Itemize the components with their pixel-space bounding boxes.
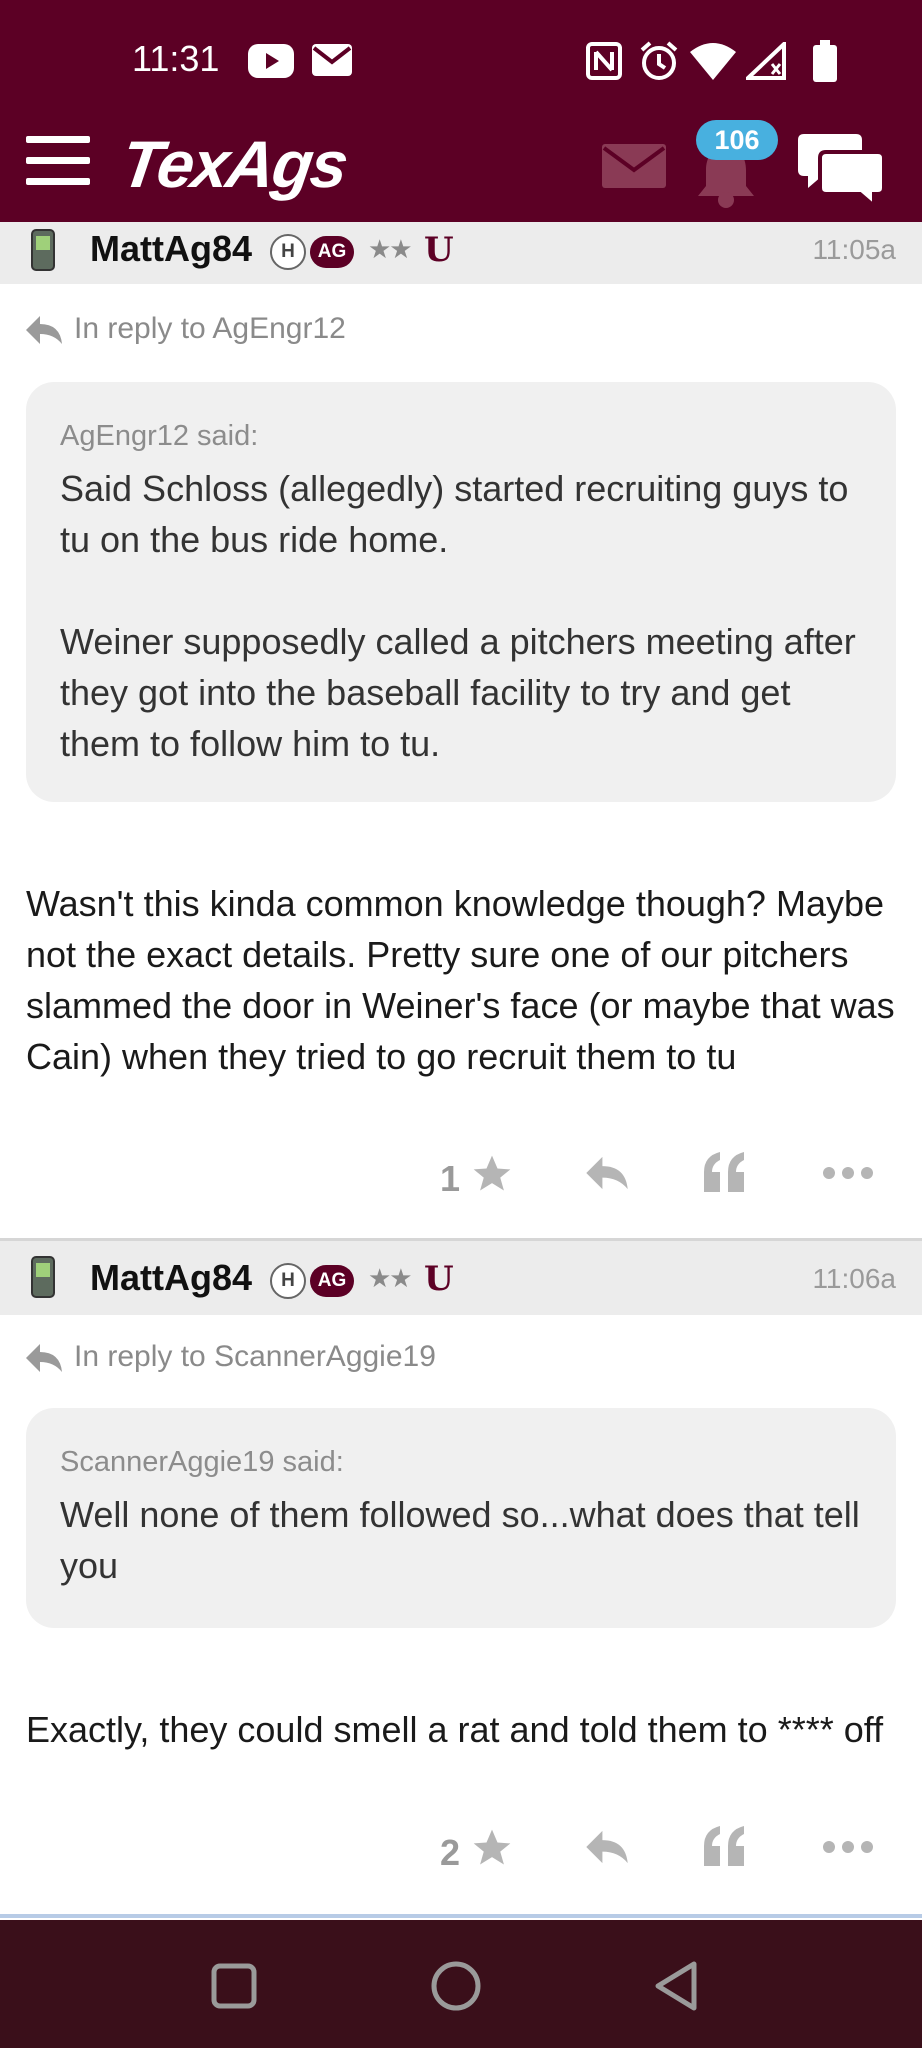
post-body: Wasn't this kinda common knowledge thoug… — [26, 883, 895, 1077]
post-header: MattAg84 H AG ★★ U 11:06a — [0, 1241, 922, 1315]
badge-h: H — [270, 234, 306, 270]
quote-author: AgEngr12 said: — [60, 420, 259, 452]
inbox-icon[interactable] — [602, 144, 666, 188]
star-count: 2 — [440, 1832, 461, 1873]
more-options-icon[interactable] — [822, 1840, 874, 1854]
rank-stars-icon: ★★ — [368, 235, 413, 265]
badge-ag: AG — [310, 236, 354, 268]
quote-author: ScannerAggie19 said: — [60, 1446, 344, 1478]
post-actions: 1 — [0, 1152, 922, 1212]
reply-arrow-icon — [26, 316, 62, 345]
quote-text: Well none of them followed so...what doe… — [60, 1489, 862, 1591]
gmail-notification-icon — [312, 44, 352, 76]
reply-reference[interactable]: In reply to ScannerAggie19 — [24, 1340, 436, 1374]
post-time: 11:06a — [812, 1263, 896, 1294]
quote-text: Said Schloss (allegedly) started recruit… — [60, 463, 862, 769]
top-bar: 11:31 TexAgs 106 — [0, 0, 922, 222]
alarm-icon — [640, 41, 678, 80]
post-time: 11:05a — [812, 234, 896, 265]
reply-to-text: In reply to ScannerAggie19 — [74, 1340, 436, 1373]
quote-block: AgEngr12 said: Said Schloss (allegedly) … — [26, 382, 896, 802]
star-count: 1 — [440, 1158, 461, 1199]
more-options-icon[interactable] — [822, 1166, 874, 1180]
reply-button-icon[interactable] — [584, 1828, 630, 1866]
star-button-icon[interactable] — [470, 1826, 514, 1870]
youtube-notification-icon — [248, 44, 294, 78]
app-bar: TexAgs 106 — [0, 120, 922, 222]
nfc-icon — [586, 42, 622, 80]
quote-button-icon[interactable] — [702, 1826, 746, 1866]
forums-chat-icon[interactable] — [798, 130, 884, 206]
badge-ag: AG — [310, 1265, 354, 1297]
post-actions: 2 — [0, 1826, 922, 1886]
reply-arrow-icon — [26, 1344, 62, 1373]
menu-icon[interactable] — [26, 136, 90, 186]
post-header: MattAg84 H AG ★★ U 11:05a — [0, 222, 922, 284]
texags-logo[interactable]: TexAgs — [117, 126, 352, 202]
post-username[interactable]: MattAg84 — [90, 1257, 252, 1299]
quote-block: ScannerAggie19 said: Well none of them f… — [26, 1408, 896, 1628]
badge-u: U — [424, 230, 454, 270]
reply-reference[interactable]: In reply to AgEngr12 — [24, 312, 346, 346]
post-body: Exactly, they could smell a rat and told… — [26, 1709, 884, 1750]
wifi-icon — [690, 43, 736, 80]
back-icon[interactable] — [652, 1960, 700, 2012]
scroll-edge-line — [0, 1914, 922, 1918]
signal-icon — [746, 42, 786, 80]
quote-button-icon[interactable] — [702, 1152, 746, 1192]
badge-u: U — [424, 1259, 454, 1299]
post-username[interactable]: MattAg84 — [90, 228, 252, 270]
reply-to-text: In reply to AgEngr12 — [74, 312, 346, 345]
status-bar: 11:31 — [0, 0, 922, 120]
star-button-icon[interactable] — [470, 1152, 514, 1196]
quote-paragraph: Said Schloss (allegedly) started recruit… — [60, 468, 849, 560]
quote-paragraph: Well none of them followed so...what doe… — [60, 1494, 860, 1586]
notification-count-badge[interactable]: 106 — [696, 120, 778, 160]
recent-apps-icon[interactable] — [210, 1962, 258, 2010]
status-time: 11:31 — [132, 38, 220, 79]
mobile-phone-icon — [31, 1256, 55, 1298]
reply-button-icon[interactable] — [584, 1154, 630, 1192]
quote-paragraph: Weiner supposedly called a pitchers meet… — [60, 621, 856, 764]
battery-icon — [813, 40, 837, 82]
rank-stars-icon: ★★ — [368, 1264, 413, 1294]
badge-h: H — [270, 1263, 306, 1299]
mobile-phone-icon — [31, 229, 55, 271]
home-icon[interactable] — [430, 1960, 482, 2012]
system-navigation-bar — [0, 1914, 922, 2048]
